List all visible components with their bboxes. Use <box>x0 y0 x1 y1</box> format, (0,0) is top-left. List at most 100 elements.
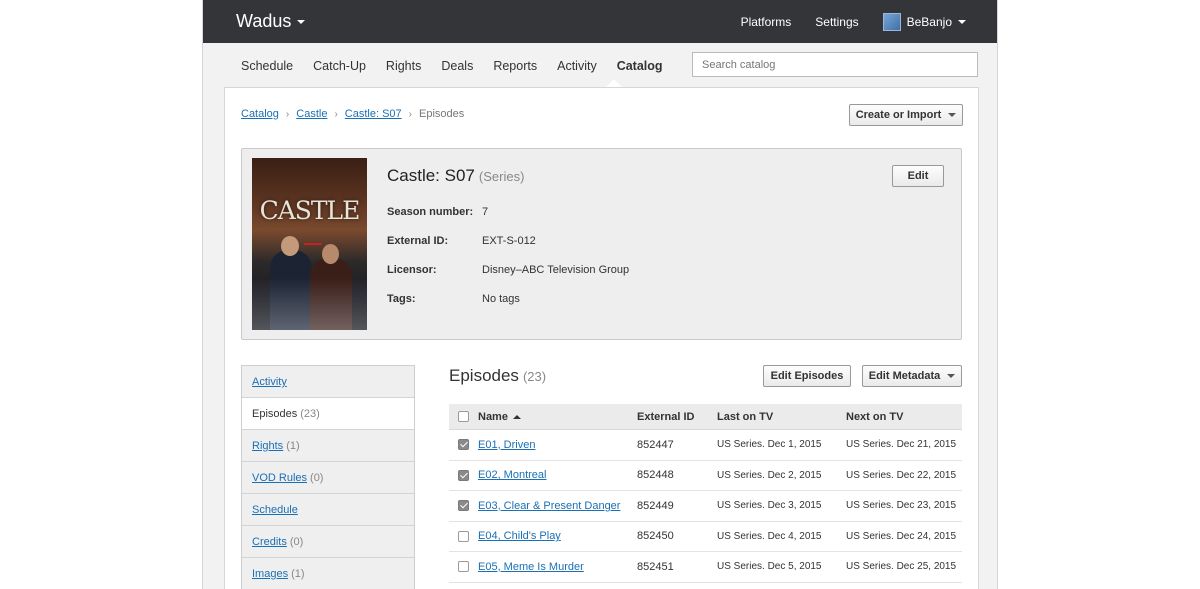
sidebar-item-label: VOD Rules <box>252 472 308 484</box>
tab-bar: Schedule Catch-Up Rights Deals Reports A… <box>241 59 683 73</box>
meta-season-number: Season number: 7 <box>387 206 629 235</box>
edit-episodes-button[interactable]: Edit Episodes <box>763 365 851 387</box>
episode-next-on-tv: US Series. Dec 25, 2015 <box>846 561 957 573</box>
episodes-count: (23) <box>522 369 547 384</box>
sidebar-item-rights[interactable]: Rights (1) <box>242 430 414 462</box>
tab-activity[interactable]: Activity <box>557 59 597 73</box>
episode-next-on-tv: US Series. Dec 21, 2015 <box>846 439 957 451</box>
meta-value: EXT-S-012 <box>482 235 536 247</box>
breadcrumb-season[interactable]: Castle: S07 <box>345 108 402 120</box>
meta-label: Licensor: <box>387 264 437 276</box>
tab-deals[interactable]: Deals <box>441 59 473 73</box>
poster-accent <box>304 243 322 245</box>
sidebar-item-credits[interactable]: Credits (0) <box>242 526 414 558</box>
episode-name-link[interactable]: E03, Clear & Present Danger <box>478 500 637 512</box>
tab-catalog[interactable]: Catalog <box>617 59 663 73</box>
settings-link[interactable]: Settings <box>815 15 858 29</box>
row-checkbox[interactable] <box>458 500 469 512</box>
edit-metadata-label: Edit Metadata <box>868 370 941 382</box>
user-name: BeBanjo <box>906 14 952 29</box>
series-title-text: Castle: S07 <box>387 166 475 185</box>
column-last-on-tv[interactable]: Last on TV <box>717 411 846 423</box>
sidebar-item-count: (1) <box>291 568 305 580</box>
breadcrumb-catalog[interactable]: Catalog <box>241 108 279 120</box>
meta-label: External ID: <box>387 235 449 247</box>
table-row: E02, Montreal 852448 US Series. Dec 2, 2… <box>449 461 962 491</box>
brand-name: Wadus <box>236 11 292 31</box>
episode-external-id: 852451 <box>637 560 674 573</box>
breadcrumb-castle[interactable]: Castle <box>296 108 327 120</box>
sidebar-item-activity[interactable]: Activity <box>242 366 414 398</box>
table-row: E03, Clear & Present Danger 852449 US Se… <box>449 491 962 522</box>
user-menu[interactable]: BeBanjo <box>882 12 966 31</box>
series-type: (Series) <box>478 169 525 184</box>
top-bar: Wadus Platforms Settings BeBanjo <box>203 0 997 43</box>
table-row: E05, Meme Is Murder 852451 US Series. De… <box>449 552 962 583</box>
episode-name-link[interactable]: E05, Meme Is Murder <box>478 561 637 573</box>
create-or-import-button[interactable]: Create or Import <box>849 104 963 126</box>
sidebar-item-episodes[interactable]: Episodes (23) <box>242 398 414 430</box>
episode-name-link[interactable]: E01, Driven <box>478 439 637 451</box>
table-header: Name External ID Last on TV Next on TV <box>449 404 962 430</box>
content-panel: Catalog › Castle › Castle: S07 › Episode… <box>224 87 979 589</box>
episode-next-on-tv: US Series. Dec 24, 2015 <box>846 530 957 542</box>
row-select-cell <box>449 469 478 481</box>
chevron-down-icon <box>297 19 306 24</box>
sidebar-item-count: (1) <box>286 440 300 452</box>
sidebar-item-count: (0) <box>289 536 304 548</box>
episodes-heading: Episodes (23) <box>449 366 546 386</box>
active-tab-indicator <box>606 79 622 87</box>
tab-catch-up[interactable]: Catch-Up <box>313 59 366 73</box>
column-name-label: Name <box>478 410 508 423</box>
column-external-id[interactable]: External ID <box>637 411 717 423</box>
search-input[interactable] <box>692 52 978 77</box>
tab-rights[interactable]: Rights <box>386 59 421 73</box>
sidebar-item-label: Activity <box>252 376 287 388</box>
poster-figure <box>281 236 299 256</box>
row-select-cell <box>449 530 478 542</box>
sidebar-item-label: Rights <box>252 440 284 452</box>
poster-fog <box>252 278 367 330</box>
series-metadata: Season number: 7 External ID: EXT-S-012 … <box>387 206 629 322</box>
select-all-cell <box>449 411 478 422</box>
meta-label: Season number: <box>387 206 474 218</box>
sidebar-item-label: Credits <box>252 536 287 548</box>
sidebar-item-schedule[interactable]: Schedule <box>242 494 414 526</box>
episode-last-on-tv: US Series. Dec 2, 2015 <box>717 469 822 481</box>
edit-metadata-button[interactable]: Edit Metadata <box>862 365 962 387</box>
tab-reports[interactable]: Reports <box>493 59 537 73</box>
episode-name-link[interactable]: E04, Child's Play <box>478 530 637 542</box>
sidebar-item-vod-rules[interactable]: VOD Rules (0) <box>242 462 414 494</box>
section-nav: Schedule Catch-Up Rights Deals Reports A… <box>203 43 997 87</box>
select-all-checkbox[interactable] <box>458 411 469 422</box>
row-checkbox[interactable] <box>458 469 469 481</box>
episode-name-link[interactable]: E02, Montreal <box>478 469 637 481</box>
section-sidebar: Activity Episodes (23) Rights (1) VOD Rule… <box>241 365 415 589</box>
column-name[interactable]: Name <box>478 411 637 423</box>
sidebar-item-images[interactable]: Images (1) <box>242 558 414 589</box>
tab-schedule[interactable]: Schedule <box>241 59 293 73</box>
row-checkbox[interactable] <box>458 439 469 451</box>
sidebar-item-label: Images <box>252 568 289 580</box>
row-checkbox[interactable] <box>458 530 469 542</box>
table-row: E01, Driven 852447 US Series. Dec 1, 201… <box>449 430 962 461</box>
breadcrumb: Catalog › Castle › Castle: S07 › Episode… <box>241 108 464 120</box>
chevron-down-icon <box>948 113 957 117</box>
brand-menu[interactable]: Wadus <box>236 11 306 32</box>
top-nav: Platforms Settings BeBanjo <box>717 0 966 43</box>
row-select-cell <box>449 561 478 573</box>
episode-external-id: 852449 <box>637 499 674 512</box>
series-poster: CASTLE <box>252 158 367 330</box>
meta-tags: Tags: No tags <box>387 293 629 322</box>
poster-figure <box>322 244 339 264</box>
platforms-link[interactable]: Platforms <box>741 15 792 29</box>
episodes-table: Name External ID Last on TV Next on TV E… <box>449 404 962 583</box>
series-card: CASTLE Castle: S07 (Series) Edit Season n… <box>241 148 962 340</box>
meta-label: Tags: <box>387 293 416 305</box>
row-checkbox[interactable] <box>458 561 469 573</box>
column-next-on-tv[interactable]: Next on TV <box>846 411 962 423</box>
episode-last-on-tv: US Series. Dec 1, 2015 <box>717 439 822 451</box>
breadcrumb-separator: › <box>285 108 290 120</box>
edit-series-button[interactable]: Edit <box>892 165 944 187</box>
sidebar-item-label: Episodes <box>252 408 298 420</box>
